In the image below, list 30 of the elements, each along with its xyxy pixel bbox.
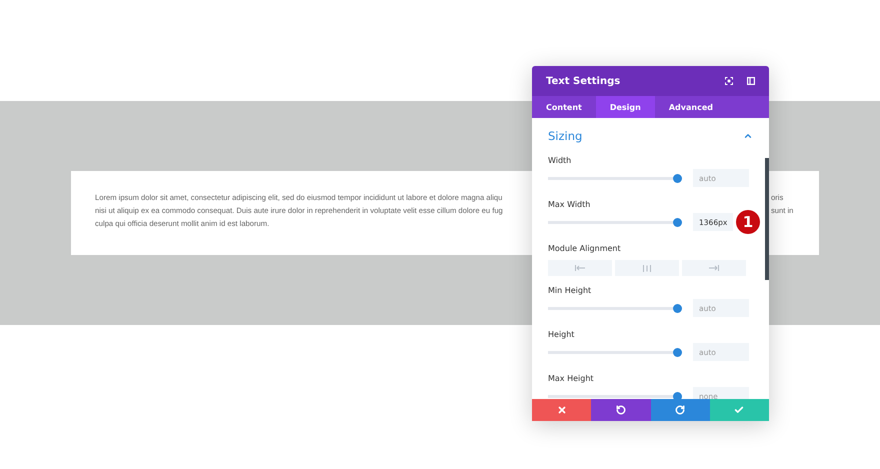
undo-button[interactable] [591, 399, 650, 421]
setting-label: Max Height [548, 374, 595, 385]
undo-icon [616, 405, 626, 415]
tab[interactable]: Content [532, 96, 596, 118]
setting-label: Module Alignment [548, 244, 622, 255]
setting-label: Min Height [548, 286, 592, 297]
check-icon [734, 405, 744, 415]
setting-label: Height [548, 330, 576, 341]
setting-label: Max Width [548, 200, 592, 211]
redo-button[interactable] [650, 399, 710, 421]
callout-badge: 1 [736, 210, 760, 234]
slider-thumb[interactable] [673, 218, 682, 226]
close-icon [556, 405, 567, 415]
align-right-icon [709, 265, 719, 271]
slider-thumb[interactable] [673, 348, 682, 356]
redo-icon [675, 405, 686, 415]
sidebar-icon[interactable] [747, 77, 755, 85]
align-left-icon [575, 265, 585, 271]
slider-thumb[interactable] [673, 392, 682, 399]
slider-thumb[interactable] [673, 304, 682, 312]
section-title[interactable]: Sizing [548, 129, 582, 143]
tab[interactable]: Design [596, 96, 655, 118]
tab[interactable]: Advanced [654, 96, 727, 118]
fullscreen-icon[interactable] [725, 77, 733, 85]
chevron-up-icon[interactable] [743, 131, 753, 141]
setting-label: Width [548, 156, 572, 167]
slider-thumb[interactable] [673, 174, 682, 182]
scrollbar[interactable] [765, 158, 769, 280]
modal-title: Text Settings [546, 76, 622, 86]
align-center-icon [643, 264, 651, 272]
